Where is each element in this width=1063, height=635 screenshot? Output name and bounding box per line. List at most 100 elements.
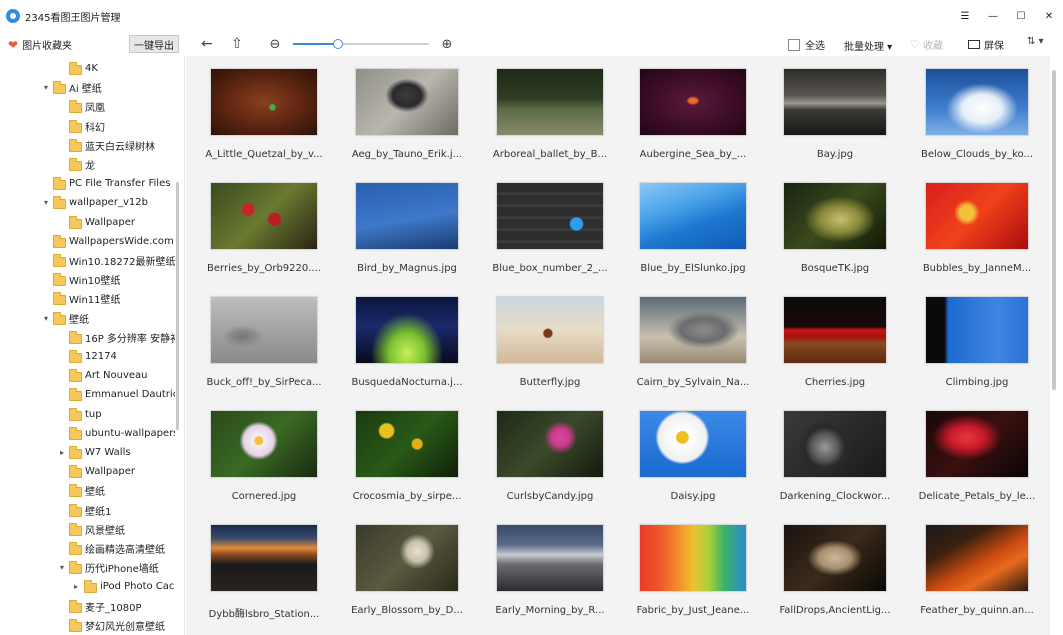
tree-item[interactable]: Art Nouveau [0,366,175,385]
image-thumbnail[interactable] [639,524,747,592]
favorites-button[interactable]: ❤ 图片收藏夹 [8,37,72,53]
tree-item[interactable]: 科幻 [0,117,175,136]
tree-item[interactable]: 凤凰 [0,97,175,116]
batch-process-dropdown[interactable]: 批量处理 ▾ [844,38,892,53]
tree-item[interactable]: ▾ 历代iPhone墙纸 [0,558,175,577]
image-thumbnail[interactable] [783,410,887,478]
main-scrollbar[interactable] [1052,70,1056,390]
expand-arrow-icon[interactable]: ▾ [42,83,50,92]
maximize-button[interactable]: ☐ [1007,0,1035,32]
sidebar-scrollbar[interactable] [176,182,179,430]
image-thumbnail[interactable] [639,68,747,136]
zoom-out-icon[interactable]: ⊖ [266,35,284,53]
tree-item[interactable]: 4K [0,59,175,78]
image-thumbnail[interactable] [783,524,887,592]
image-thumbnail[interactable] [783,296,887,364]
tree-item[interactable]: 12174 [0,347,175,366]
tree-item[interactable]: 壁纸 [0,481,175,500]
tree-item[interactable]: ▾ Ai 壁纸 [0,78,175,97]
image-tile[interactable]: Bird_by_Magnus.jpg [342,182,472,292]
image-tile[interactable]: Delicate_Petals_by_le... [912,410,1042,520]
image-tile[interactable]: Blue_by_ElSlunko.jpg [628,182,758,292]
image-thumbnail[interactable] [925,182,1029,250]
image-tile[interactable]: BosqueTK.jpg [770,182,900,292]
image-thumbnail[interactable] [210,524,318,592]
image-tile[interactable]: Berries_by_Orb9220.... [199,182,329,292]
image-tile[interactable]: Bubbles_by_JanneM... [912,182,1042,292]
tree-item[interactable]: WallpapersWide.com [0,232,175,251]
image-tile[interactable]: Aubergine_Sea_by_... [628,68,758,178]
screensaver-button[interactable]: 屏保 [968,37,1004,52]
image-thumbnail[interactable] [355,182,459,250]
image-tile[interactable]: Bay.jpg [770,68,900,178]
close-button[interactable]: ✕ [1035,0,1063,32]
back-arrow-icon[interactable]: ← [198,35,216,53]
tree-item[interactable]: 蓝天白云绿树林 [0,136,175,155]
tree-item[interactable]: ▾ wallpaper_v12b [0,193,175,212]
image-thumbnail[interactable] [783,182,887,250]
image-thumbnail[interactable] [925,524,1029,592]
tree-item[interactable]: 16P 多分辨率 安静补 [0,328,175,347]
image-thumbnail[interactable] [496,410,604,478]
image-thumbnail[interactable] [639,182,747,250]
image-tile[interactable]: Early_Blossom_by_D... [342,524,472,634]
tree-item[interactable]: ubuntu-wallpapers [0,424,175,443]
up-folder-icon[interactable]: ⇧ [228,35,246,53]
tree-item[interactable]: Wallpaper [0,213,175,232]
image-tile[interactable]: BusquedaNocturna.j... [342,296,472,406]
menu-button[interactable]: ☰ [951,0,979,32]
tree-item[interactable]: tup [0,405,175,424]
export-button[interactable]: 一键导出 [129,35,179,53]
tree-item[interactable]: 绘画精选高清壁纸 [0,539,175,558]
image-tile[interactable]: Cornered.jpg [199,410,329,520]
zoom-slider[interactable] [293,39,429,49]
tree-item[interactable]: 梦幻风光创意壁纸 [0,616,175,635]
tree-item[interactable]: Win10壁纸 [0,270,175,289]
tree-item[interactable]: ▾ 壁纸 [0,309,175,328]
image-thumbnail[interactable] [355,410,459,478]
image-thumbnail[interactable] [355,524,459,592]
tree-item[interactable]: ▸ iPod Photo Cac [0,577,175,596]
image-thumbnail[interactable] [210,410,318,478]
image-tile[interactable]: Dybb酶lsbro_Station... [199,524,329,634]
image-tile[interactable]: Arboreal_ballet_by_B... [485,68,615,178]
image-tile[interactable]: Cherries.jpg [770,296,900,406]
tree-item[interactable]: 风景壁纸 [0,520,175,539]
collect-button[interactable]: ♡ 收藏 [910,37,943,52]
expand-arrow-icon[interactable]: ▾ [42,198,50,207]
sort-dropdown[interactable]: ⇅ ▾ [1027,36,1044,47]
image-tile[interactable]: Blue_box_number_2_... [485,182,615,292]
collapse-arrow-icon[interactable]: ▸ [72,582,80,591]
tree-item[interactable]: Emmanuel Dautric [0,385,175,404]
image-thumbnail[interactable] [925,410,1029,478]
zoom-in-icon[interactable]: ⊕ [438,35,456,53]
image-thumbnail[interactable] [639,410,747,478]
image-thumbnail[interactable] [783,68,887,136]
image-tile[interactable]: Feather_by_quinn.an... [912,524,1042,634]
image-thumbnail[interactable] [210,296,318,364]
image-tile[interactable]: A_Little_Quetzal_by_v... [199,68,329,178]
image-thumbnail[interactable] [925,296,1029,364]
image-tile[interactable]: Darkening_Clockwor... [770,410,900,520]
image-tile[interactable]: Early_Morning_by_R... [485,524,615,634]
image-tile[interactable]: Buck_off!_by_SirPeca... [199,296,329,406]
minimize-button[interactable]: — [979,0,1007,32]
image-tile[interactable]: Crocosmia_by_sirpe... [342,410,472,520]
image-tile[interactable]: Daisy.jpg [628,410,758,520]
image-thumbnail[interactable] [210,68,318,136]
image-tile[interactable]: Fabric_by_Just_Jeane... [628,524,758,634]
image-thumbnail[interactable] [925,68,1029,136]
image-tile[interactable]: Butterfly.jpg [485,296,615,406]
image-thumbnail[interactable] [355,68,459,136]
image-tile[interactable]: FallDrops,AncientLig... [770,524,900,634]
tree-item[interactable]: Win11壁纸 [0,289,175,308]
tree-item[interactable]: 壁纸1 [0,501,175,520]
tree-item[interactable]: ▸ W7 Walls [0,443,175,462]
image-tile[interactable]: Aeg_by_Tauno_Erik.j... [342,68,472,178]
image-thumbnail[interactable] [639,296,747,364]
image-tile[interactable]: Below_Clouds_by_ko... [912,68,1042,178]
tree-item[interactable]: 麦子_1080P [0,597,175,616]
image-thumbnail[interactable] [496,182,604,250]
expand-arrow-icon[interactable]: ▾ [58,563,66,572]
zoom-slider-thumb[interactable] [332,39,343,49]
